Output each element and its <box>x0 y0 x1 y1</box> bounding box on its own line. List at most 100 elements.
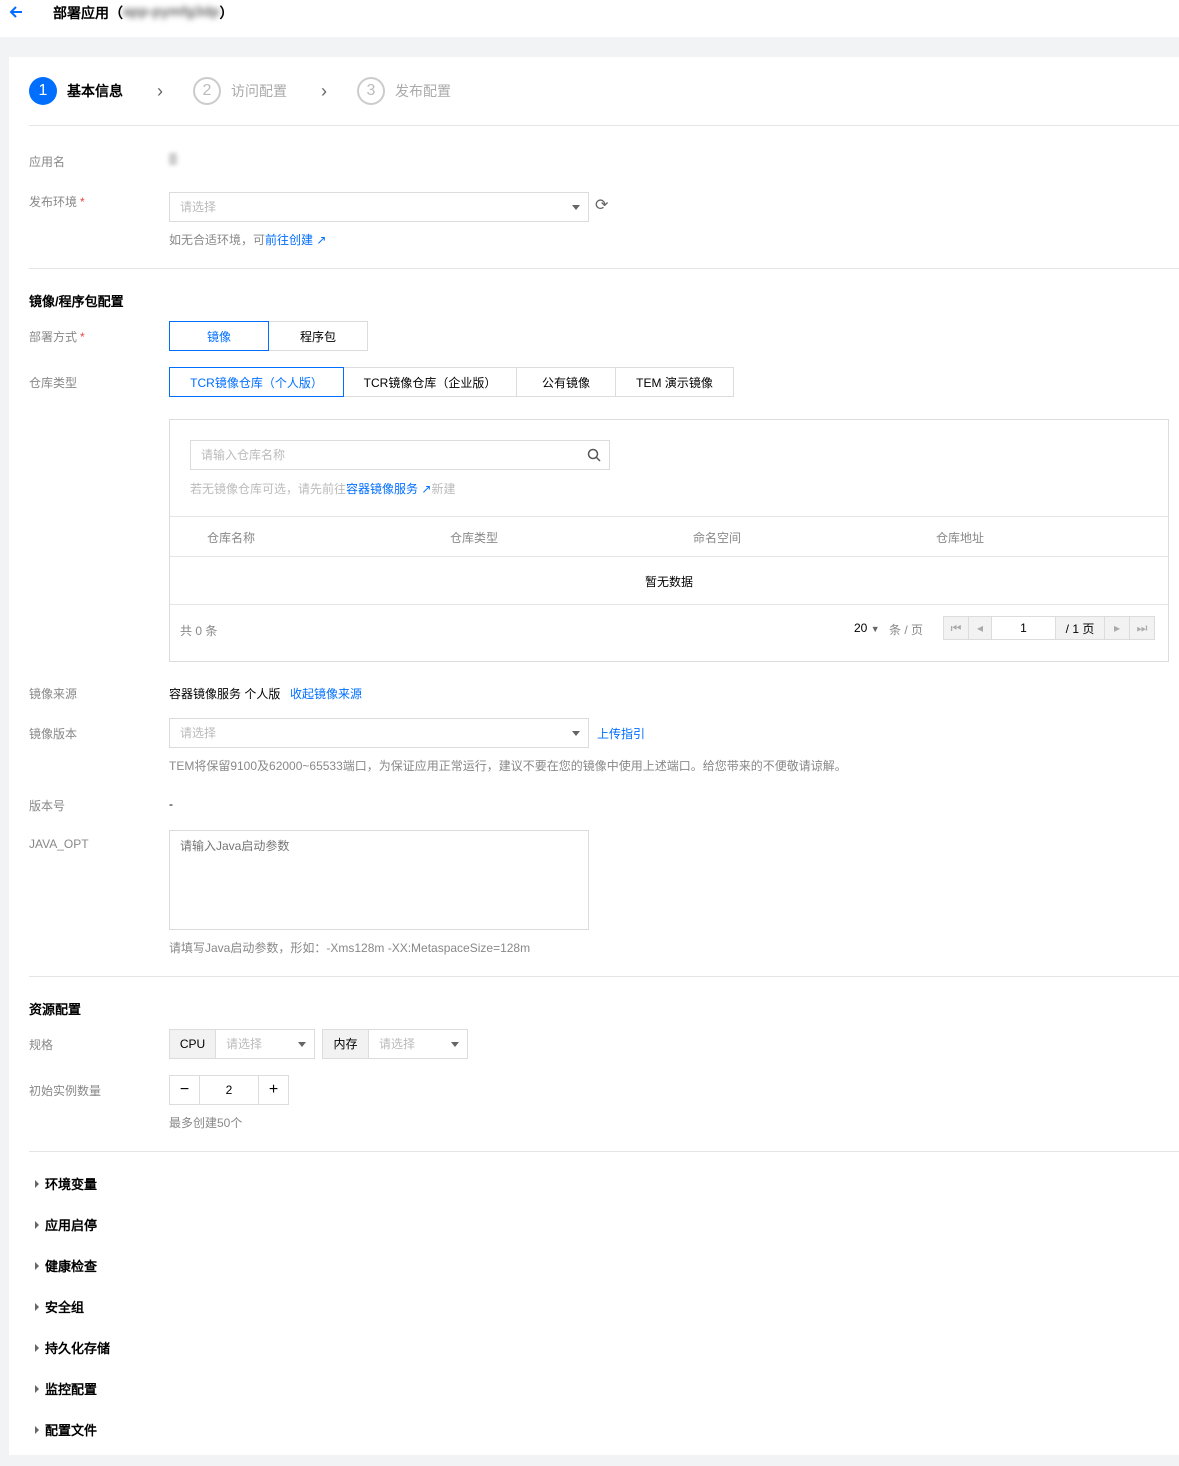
repo-type-label: 仓库类型 <box>29 376 78 390</box>
caret-right-icon <box>35 1425 39 1434</box>
next-page-icon[interactable]: ▸ <box>1104 616 1130 640</box>
collapse-security-group[interactable]: 安全组 <box>35 1297 84 1316</box>
repo-type-tem-demo[interactable]: TEM 演示镜像 <box>615 367 734 397</box>
source-label: 镜像来源 <box>29 687 78 701</box>
increment-button[interactable]: + <box>258 1076 288 1104</box>
spec-label: 规格 <box>29 1038 54 1052</box>
env-label: 发布环境 * <box>29 193 85 210</box>
repo-search-input[interactable]: 请输入仓库名称 <box>190 440 610 470</box>
divider <box>29 1151 1179 1152</box>
column-header: 仓库名称 <box>207 530 256 545</box>
page-size-select[interactable]: 20 ▼ <box>854 621 880 635</box>
decrement-button[interactable]: − <box>170 1076 200 1104</box>
back-arrow-icon[interactable] <box>8 4 24 20</box>
external-link-icon[interactable]: ↗ <box>316 233 326 247</box>
caret-down-icon <box>572 731 580 736</box>
form-card <box>9 57 1179 1455</box>
resource-section-title: 资源配置 <box>29 1002 82 1017</box>
title-text: 部署应用（ <box>53 5 123 21</box>
collapse-config-files[interactable]: 配置文件 <box>35 1420 97 1439</box>
app-name-label: 应用名 <box>29 155 66 169</box>
java-opt-label: JAVA_OPT <box>29 837 89 851</box>
collapse-env-vars[interactable]: 环境变量 <box>35 1174 97 1193</box>
deploy-mode-toggle: 镜像 程序包 <box>169 321 368 351</box>
version-select[interactable]: 请选择 <box>169 718 589 748</box>
collapse-monitoring[interactable]: 监控配置 <box>35 1379 97 1398</box>
repo-hint-text: 若无镜像仓库可选，请先前往 <box>190 482 347 496</box>
java-opt-input[interactable] <box>169 830 589 930</box>
page-input[interactable]: 1 <box>991 616 1056 640</box>
instances-value[interactable]: 2 <box>200 1076 258 1104</box>
collapse-lifecycle[interactable]: 应用启停 <box>35 1215 97 1234</box>
pagination: ⏮ ◂ 1 / 1 页 ▸ ⏭ <box>943 616 1155 640</box>
caret-down-icon <box>451 1042 459 1047</box>
search-icon[interactable] <box>587 448 601 462</box>
upload-guide-link[interactable]: 上传指引 <box>597 725 645 742</box>
env-hint: 如无合适环境，可前往创建 ↗ <box>169 231 326 248</box>
env-hint-text: 如无合适环境，可 <box>169 233 266 247</box>
step-1-label[interactable]: 基本信息 <box>67 81 123 101</box>
table-header: 仓库名称 仓库类型 命名空间 仓库地址 <box>170 517 1168 557</box>
page-size-value: 20 <box>854 621 868 635</box>
collapse-title: 配置文件 <box>45 1423 98 1438</box>
create-env-link[interactable]: 前往创建 <box>265 233 313 247</box>
collapse-source-link[interactable]: 收起镜像来源 <box>290 685 362 702</box>
column-header: 命名空间 <box>693 530 742 545</box>
repo-type-tcr-personal[interactable]: TCR镜像仓库（个人版） <box>169 367 344 397</box>
instances-stepper: − 2 + <box>169 1075 289 1105</box>
caret-down-icon <box>298 1042 306 1047</box>
caret-right-icon <box>35 1261 39 1270</box>
divider <box>170 604 1168 605</box>
source-value: 容器镜像服务 个人版 <box>169 687 281 701</box>
step-3-label[interactable]: 发布配置 <box>395 81 451 101</box>
divider <box>29 125 1179 126</box>
memory-select[interactable]: 内存 请选择 <box>322 1029 468 1059</box>
collapse-storage[interactable]: 持久化存储 <box>35 1338 110 1357</box>
collapse-health-check[interactable]: 健康检查 <box>35 1256 97 1275</box>
repo-type-public[interactable]: 公有镜像 <box>516 367 616 397</box>
memory-placeholder: 请选择 <box>379 1037 416 1051</box>
deploy-option-image[interactable]: 镜像 <box>169 321 269 351</box>
refresh-icon[interactable]: ⟳ <box>595 198 608 214</box>
env-placeholder: 请选择 <box>180 200 217 214</box>
version-no-value: - <box>169 797 173 811</box>
chevron-right-icon: › <box>321 80 327 101</box>
collapse-title: 持久化存储 <box>45 1341 111 1356</box>
cpu-select[interactable]: CPU 请选择 <box>169 1029 315 1059</box>
caret-right-icon <box>35 1384 39 1393</box>
instances-label: 初始实例数量 <box>29 1084 102 1098</box>
repo-panel: 请输入仓库名称 若无镜像仓库可选，请先前往容器镜像服务 ↗新建 仓库名称 仓库类… <box>169 419 1169 662</box>
deploy-label-text: 部署方式 <box>29 330 78 344</box>
cpu-placeholder: 请选择 <box>226 1037 263 1051</box>
caret-down-icon: ▼ <box>870 624 880 634</box>
external-link-icon[interactable]: ↗ <box>421 482 431 496</box>
version-placeholder: 请选择 <box>180 726 217 740</box>
deploy-option-package[interactable]: 程序包 <box>268 321 368 351</box>
chevron-right-icon: › <box>157 80 163 101</box>
step-2-label[interactable]: 访问配置 <box>231 81 287 101</box>
collapse-title: 应用启停 <box>45 1218 98 1233</box>
caret-right-icon <box>35 1220 39 1229</box>
collapse-title: 监控配置 <box>45 1382 98 1397</box>
cpu-label: CPU <box>170 1030 216 1058</box>
deploy-label: 部署方式 * <box>29 328 85 345</box>
title-end: ） <box>219 5 234 21</box>
instances-hint: 最多创建50个 <box>169 1116 243 1130</box>
prev-page-icon[interactable]: ◂ <box>968 616 992 640</box>
version-label: 镜像版本 <box>29 727 78 741</box>
first-page-icon[interactable]: ⏮ <box>943 616 969 640</box>
empty-text: 暂无数据 <box>644 575 693 589</box>
step-1-number: 1 <box>29 77 57 105</box>
caret-down-icon <box>572 205 580 210</box>
app-name-value <box>169 153 177 165</box>
divider <box>170 556 1168 557</box>
page-title: 部署应用（ app-pymfg3dp ） <box>53 3 233 23</box>
tcr-service-link[interactable]: 容器镜像服务 <box>346 482 418 496</box>
repo-type-tcr-enterprise[interactable]: TCR镜像仓库（企业版） <box>343 367 517 397</box>
env-select[interactable]: 请选择 <box>169 192 589 222</box>
last-page-icon[interactable]: ⏭ <box>1129 616 1155 640</box>
title-app-id: app-pymfg3dp <box>123 3 220 19</box>
required-mark: * <box>80 330 85 344</box>
env-label-text: 发布环境 <box>29 195 78 209</box>
page-header: 部署应用（ app-pymfg3dp ） <box>0 0 1179 37</box>
